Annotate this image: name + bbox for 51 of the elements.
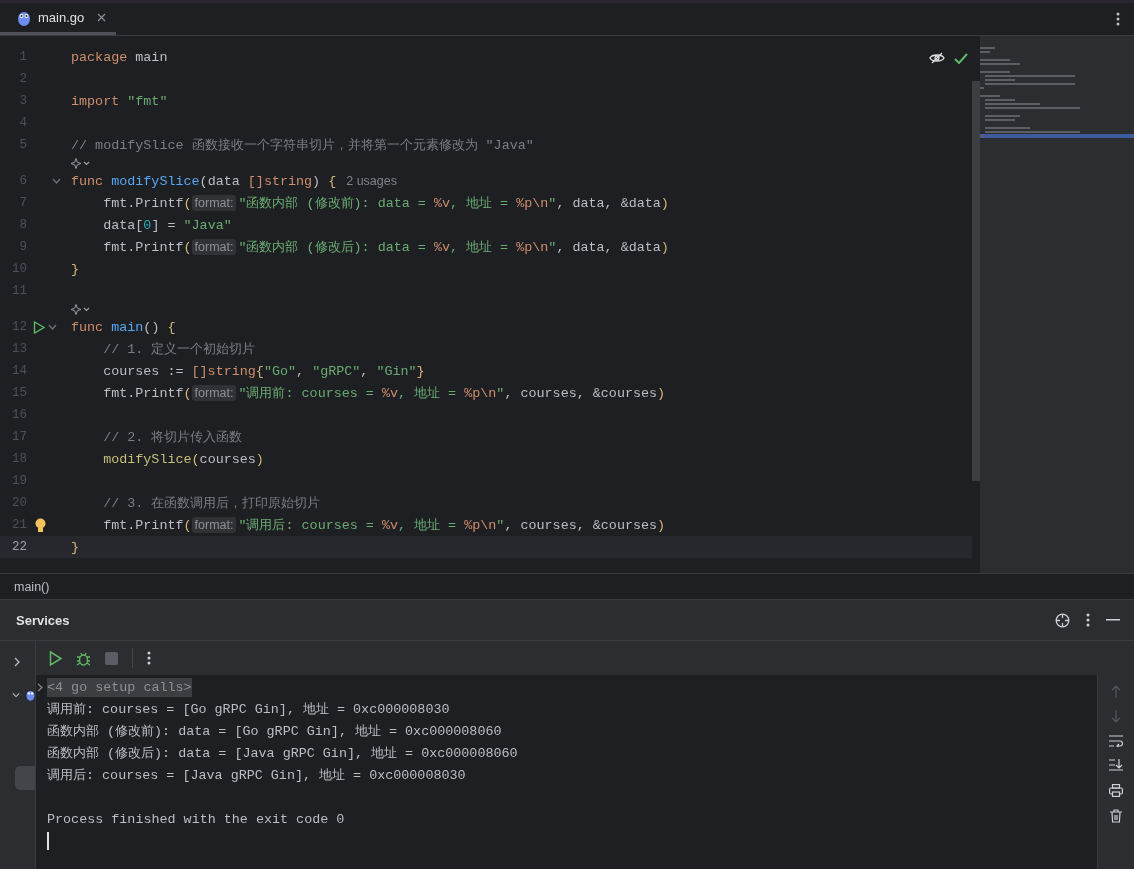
code-line: func main() { [71, 319, 176, 335]
more-icon[interactable] [1116, 12, 1120, 26]
code-line: // 2. 将切片传入函数 [102, 429, 243, 446]
chevron-right-icon[interactable] [37, 682, 44, 692]
code-line: data[0] = "Java" [102, 217, 232, 233]
code-line: fmt.Printf( format: "调用后: courses = %v, 地址 = %p\n", courses, &courses) [102, 516, 666, 534]
scrollbar[interactable] [972, 81, 980, 481]
code-line: fmt.Printf( format: "函数内部 (修改后): data = %v, 地址 = %p\n", data, &data) [102, 238, 669, 256]
bug-icon[interactable] [76, 650, 91, 666]
code-line: } [71, 539, 80, 555]
console-output-line: 调用后: courses = [Java gRPC Gin], 地址 = 0xc000008030 [47, 767, 466, 784]
fold-chevron-icon[interactable] [52, 178, 61, 184]
gopher-icon [26, 688, 35, 702]
eye-crossed-icon[interactable] [929, 52, 945, 64]
lightbulb-icon[interactable] [35, 517, 46, 533]
soft-wrap-icon[interactable] [1109, 735, 1123, 747]
print-icon[interactable] [1109, 784, 1123, 797]
close-icon[interactable] [97, 13, 107, 22]
console-output-line: 函数内部 (修改后): data = [Java gRPC Gin], 地址 = 0xc000008060 [47, 745, 518, 762]
line-number: 22 [11, 540, 27, 554]
panel-title: Services [16, 612, 70, 628]
console-output-line: Process finished with the exit code 0 [47, 811, 345, 827]
scroll-to-end-icon[interactable] [1109, 759, 1123, 772]
code-line: package main [71, 49, 168, 65]
breadcrumb-item[interactable]: main() [14, 579, 50, 594]
text-cursor [47, 832, 49, 850]
gopher-icon [17, 9, 31, 26]
code-line: func modifySlice(data []string) { 2 usages [71, 173, 397, 189]
console-output-line: 调用前: courses = [Go gRPC Gin], 地址 = 0xc000008030 [47, 701, 450, 718]
fold-chevron-icon[interactable] [48, 324, 57, 330]
more-icon[interactable] [147, 651, 151, 665]
code-line: modifySlice(courses) [102, 451, 264, 467]
more-icon[interactable] [1086, 613, 1090, 627]
run-icon[interactable] [33, 320, 45, 334]
chevron-down-icon[interactable] [12, 690, 21, 700]
minimize-icon[interactable] [1106, 619, 1120, 621]
console-output-line: 函数内部 (修改前): data = [Go gRPC Gin], 地址 = 0xc000008060 [47, 723, 502, 740]
run-icon[interactable] [49, 650, 62, 666]
trash-icon[interactable] [1110, 809, 1122, 823]
chevron-right-icon[interactable] [12, 657, 22, 667]
sparkle-chevron-icon[interactable] [71, 303, 91, 315]
file-tab[interactable]: main.go [0, 3, 117, 35]
check-icon[interactable] [954, 52, 968, 64]
code-line: import "fmt" [71, 93, 168, 109]
sparkle-chevron-icon[interactable] [71, 157, 91, 169]
code-line: // 3. 在函数调用后，打印原始切片 [102, 495, 321, 512]
code-line: fmt.Printf( format: "函数内部 (修改前): data = %v, 地址 = %p\n", data, &data) [102, 194, 669, 212]
code-line: fmt.Printf( format: "调用前: courses = %v, 地址 = %p\n", courses, &courses) [102, 384, 666, 402]
code-line: courses := []string{"Go", "gRPC", "Gin"} [102, 363, 425, 379]
crosshair-icon[interactable] [1055, 612, 1070, 628]
code-line: } [71, 261, 80, 277]
